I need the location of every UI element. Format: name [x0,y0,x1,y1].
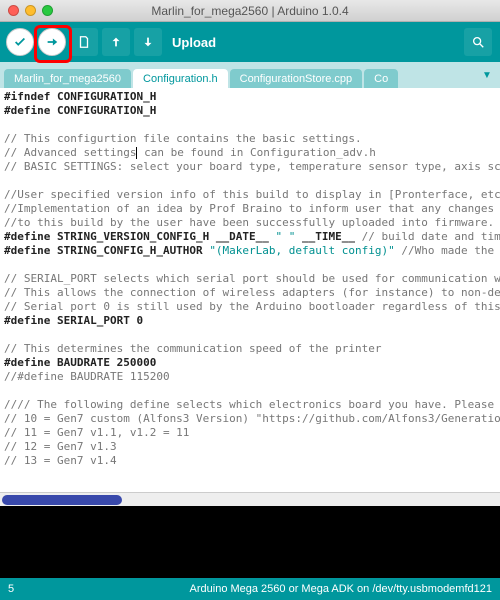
code-line [4,328,496,342]
code-line [4,174,496,188]
code-line: #ifndef CONFIGURATION_H [4,90,496,104]
code-line: #define SERIAL_PORT 0 [4,314,496,328]
horizontal-scrollbar[interactable] [0,492,500,506]
tab-0[interactable]: Marlin_for_mega2560 [4,69,131,88]
chevron-down-icon: ▼ [482,70,492,81]
arrow-down-icon [141,35,155,49]
toolbar-action-label: Upload [172,35,216,50]
window-title: Marlin_for_mega2560 | Arduino 1.0.4 [0,4,500,18]
editor-area[interactable]: #ifndef CONFIGURATION_H#define CONFIGURA… [0,88,500,506]
open-button[interactable] [102,28,130,56]
code-line: #define CONFIGURATION_H [4,104,496,118]
serial-monitor-button[interactable] [464,28,492,56]
code-line: // 13 = Gen7 v1.4 [4,454,496,468]
code-line [4,118,496,132]
code-line: // This allows the connection of wireles… [4,286,496,300]
console-output [0,506,500,578]
tab-2[interactable]: ConfigurationStore.cpp [230,69,363,88]
code-line: //// The following define selects which … [4,398,496,412]
tab-1[interactable]: Configuration.h [133,69,228,88]
line-number: 5 [8,583,14,595]
code-line: // Advanced settings can be found in Con… [4,146,496,160]
upload-button[interactable] [38,28,66,56]
titlebar: Marlin_for_mega2560 | Arduino 1.0.4 [0,0,500,22]
code-line: // SERIAL_PORT selects which serial port… [4,272,496,286]
verify-button[interactable] [6,28,34,56]
code-line: //Implementation of an idea by Prof Brai… [4,202,496,216]
code-line: #define BAUDRATE 250000 [4,356,496,370]
code-line: // Serial port 0 is still used by the Ar… [4,300,496,314]
code-line: // 12 = Gen7 v1.3 [4,440,496,454]
code-line: // This determines the communication spe… [4,342,496,356]
statusbar: 5 Arduino Mega 2560 or Mega ADK on /dev/… [0,578,500,600]
toolbar: Upload [0,22,500,62]
code-line: #define STRING_VERSION_CONFIG_H __DATE__… [4,230,496,244]
code-line [4,258,496,272]
code-line: // 10 = Gen7 custom (Alfons3 Version) "h… [4,412,496,426]
code-line: //#define BAUDRATE 115200 [4,370,496,384]
code-line: //User specified version info of this bu… [4,188,496,202]
code-line: // BASIC SETTINGS: select your board typ… [4,160,496,174]
code-line: // This configurtion file contains the b… [4,132,496,146]
code-editor[interactable]: #ifndef CONFIGURATION_H#define CONFIGURA… [0,88,500,470]
board-port-label: Arduino Mega 2560 or Mega ADK on /dev/tt… [190,583,492,595]
code-line: #define STRING_CONFIG_H_AUTHOR "(MakerLa… [4,244,496,258]
code-line [4,384,496,398]
code-line: //to this build by the user have been su… [4,216,496,230]
tab-overflow-button[interactable]: ▼ [478,66,496,84]
new-file-icon [77,35,91,49]
new-button[interactable] [70,28,98,56]
save-button[interactable] [134,28,162,56]
tabbar: Marlin_for_mega2560Configuration.hConfig… [0,62,500,88]
arrow-right-icon [45,35,59,49]
magnifier-icon [471,35,485,49]
code-line: // 11 = Gen7 v1.1, v1.2 = 11 [4,426,496,440]
arrow-up-icon [109,35,123,49]
check-icon [13,35,27,49]
scrollbar-thumb[interactable] [2,495,122,505]
tab-3[interactable]: Co [364,69,398,88]
